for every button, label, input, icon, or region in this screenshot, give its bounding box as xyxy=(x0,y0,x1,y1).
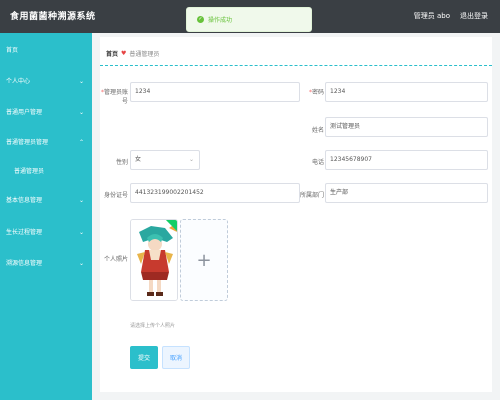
chevron-down-icon: ⌄ xyxy=(78,109,84,116)
chevron-down-icon: ⌄ xyxy=(78,197,84,204)
sidebar-item-label: 溯源信息管理 xyxy=(6,260,43,267)
sidebar-item-admin-management[interactable]: 普通管理员管理 ⌃ xyxy=(0,136,92,150)
breadcrumb: 首页 ♥ 普通管理员 xyxy=(106,49,159,58)
toast-message: 操作成功 xyxy=(208,17,233,24)
gender-value: 女 xyxy=(135,156,142,163)
password-input[interactable]: 1234 xyxy=(325,82,488,102)
breadcrumb-home[interactable]: 首页 xyxy=(106,49,118,58)
user-label: 管理员 abo xyxy=(413,12,450,20)
sidebar-subitem-admin[interactable]: 普通管理员 xyxy=(0,165,92,179)
phone-input[interactable]: 12345678907 xyxy=(325,150,488,170)
sidebar-item-label: 普通管理员管理 xyxy=(6,139,49,146)
id-card-label: 身份证号 xyxy=(103,192,128,199)
sidebar-item-label: 普通用户管理 xyxy=(6,109,43,116)
uploaded-photo[interactable] xyxy=(130,219,178,301)
cancel-button[interactable]: 取消 xyxy=(162,346,190,369)
upload-tip: 请选择上传个人照片 xyxy=(130,323,176,329)
plus-icon: + xyxy=(196,249,212,271)
id-card-input[interactable]: 441323199002201452 xyxy=(130,183,300,203)
chevron-down-icon: ⌄ xyxy=(78,260,84,267)
breadcrumb-current: 普通管理员 xyxy=(129,51,160,58)
sidebar-item-label: 普通管理员 xyxy=(14,168,45,175)
sidebar-item-personal-center[interactable]: 个人中心 ⌄ xyxy=(0,75,92,89)
sidebar-item-growth-process[interactable]: 生长过程管理 ⌄ xyxy=(0,226,92,240)
chevron-down-icon: ⌄ xyxy=(78,78,84,85)
department-input[interactable]: 生产部 xyxy=(325,183,488,203)
account-label: *管理员账号 xyxy=(100,89,128,105)
account-input[interactable]: 1234 xyxy=(130,82,300,102)
sidebar-item-home[interactable]: 首页 xyxy=(0,44,92,58)
heart-icon: ♥ xyxy=(121,50,127,57)
photo-label: 个人照片 xyxy=(103,256,128,263)
check-circle-icon: ✓ xyxy=(197,16,204,23)
chevron-down-icon: ⌄ xyxy=(188,156,194,163)
submit-button[interactable]: 提交 xyxy=(130,346,158,369)
avatar-image xyxy=(131,220,177,300)
sidebar-item-user-management[interactable]: 普通用户管理 ⌄ xyxy=(0,106,92,120)
gender-label: 性别 xyxy=(115,159,128,166)
name-input[interactable]: 测试管理员 xyxy=(325,117,488,137)
top-right-actions: 管理员 abo 退出登录 xyxy=(414,11,488,21)
divider xyxy=(100,65,492,66)
sidebar-item-label: 个人中心 xyxy=(6,78,31,85)
sidebar: 首页 个人中心 ⌄ 普通用户管理 ⌄ 普通管理员管理 ⌃ 普通管理员 基本信息管… xyxy=(0,33,92,400)
sidebar-item-traceability[interactable]: 溯源信息管理 ⌄ xyxy=(0,257,92,271)
chevron-down-icon: ⌄ xyxy=(78,229,84,236)
password-label: *密码 xyxy=(308,89,324,96)
main-content: 首页 ♥ 普通管理员 *管理员账号 1234 *密码 1234 姓名 测试管理员… xyxy=(100,37,492,392)
chevron-up-icon: ⌃ xyxy=(78,139,84,146)
success-toast: ✓ 操作成功 xyxy=(186,7,312,32)
gender-select[interactable]: 女 ⌄ xyxy=(130,150,200,170)
phone-label: 电话 xyxy=(311,159,324,166)
sidebar-item-label: 首页 xyxy=(6,47,19,54)
sidebar-item-label: 基本信息管理 xyxy=(6,197,43,204)
name-label: 姓名 xyxy=(311,127,324,134)
upload-button[interactable]: + xyxy=(180,219,228,301)
logout-link[interactable]: 退出登录 xyxy=(460,11,488,21)
sidebar-item-basic-info[interactable]: 基本信息管理 ⌄ xyxy=(0,194,92,208)
sidebar-item-label: 生长过程管理 xyxy=(6,229,43,236)
department-label: 所属部门 xyxy=(299,192,324,199)
app-title: 食用菌菌种溯源系统 xyxy=(10,12,96,22)
